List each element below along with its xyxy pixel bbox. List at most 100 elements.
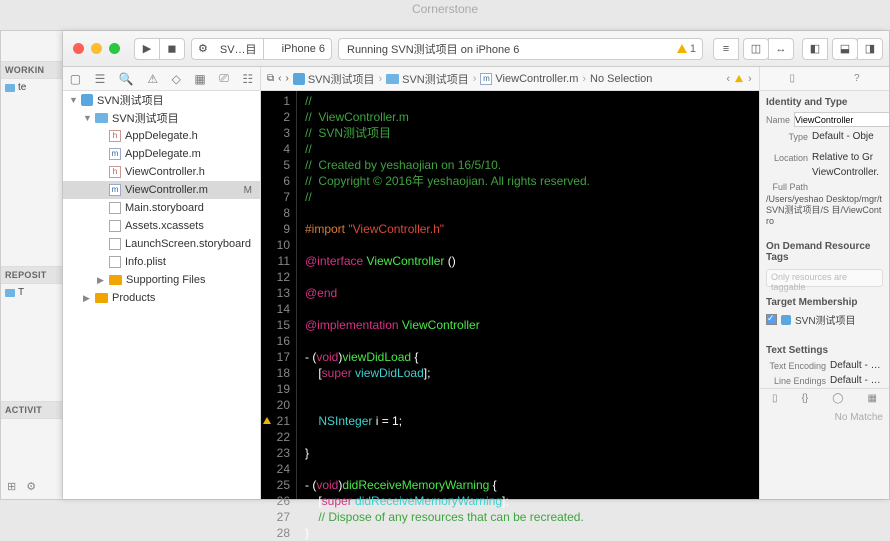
navigator-item[interactable]: mAppDelegate.m [63, 145, 260, 163]
sidebar-working-item[interactable]: te [1, 79, 62, 96]
h-icon: h [109, 130, 121, 142]
navigator-item-label: ViewController.h [125, 166, 205, 178]
navigator-item-label: Main.storyboard [125, 202, 204, 214]
run-button[interactable]: ▶ [134, 38, 160, 60]
m-file-icon: m [480, 73, 492, 85]
sidebar-section-activity: ACTIVIT [1, 401, 62, 419]
m-icon: m [109, 184, 121, 196]
media-library-tab[interactable]: ▦ [868, 393, 877, 404]
navigator-item[interactable]: LaunchScreen.storyboard [63, 235, 260, 253]
h-icon: h [109, 166, 121, 178]
project-nav-icon[interactable]: ▢ [70, 72, 81, 86]
navigator-item-label: SVN测试项目 [97, 92, 164, 108]
add-icon[interactable]: ⊞ [7, 480, 16, 493]
line-endings-select[interactable]: Default - OS X [830, 375, 883, 386]
location-select[interactable]: Relative to Gr [812, 152, 883, 163]
window-controls [63, 35, 130, 62]
toggle-navigator-button[interactable]: ◧ [802, 38, 828, 60]
xcode-window: ▶ ◼ ⚙ SV…目 iPhone 6 Running SVN测试项目 on i… [63, 31, 889, 499]
navigator-item[interactable]: mViewController.mM [63, 181, 260, 199]
breakpoint-nav-icon[interactable]: ⎚ [219, 71, 229, 86]
full-path-text: /Users/yeshao Desktop/mgr/t SVN测试项目/S 目/… [760, 194, 889, 227]
folder-icon [5, 84, 15, 92]
navigator-item[interactable]: Info.plist [63, 253, 260, 271]
editor-version-button[interactable]: ↔ [768, 38, 794, 60]
location-filename: ViewController. [812, 167, 883, 178]
navigator-item-label: AppDelegate.m [125, 148, 201, 160]
zoom-button[interactable] [109, 43, 120, 54]
warning-icon [735, 75, 743, 82]
next-issue-button[interactable]: › [748, 73, 752, 85]
navigator-item[interactable]: h ViewController.h [63, 163, 260, 181]
plist-icon [109, 256, 121, 268]
scheme-device: iPhone 6 [276, 43, 331, 55]
file-name-field[interactable] [794, 112, 889, 127]
code-snippet-tab[interactable]: {} [802, 393, 809, 404]
jump-bar[interactable]: ⧉ ‹ › SVN测试项目 › SVN测试项目 › mViewControlle… [261, 67, 759, 91]
background-window-title: Cornerstone [0, 2, 890, 16]
sidebar-repo-item[interactable]: T [1, 284, 62, 301]
gear-icon[interactable]: ⚙ [26, 480, 36, 493]
navigator-item[interactable]: ▶Products [63, 289, 260, 307]
file-inspector-tab[interactable]: ▯ [789, 73, 795, 84]
report-nav-icon[interactable]: ☷ [242, 72, 253, 86]
navigator-item[interactable]: hAppDelegate.h [63, 127, 260, 145]
xc-icon [109, 220, 121, 232]
target-section-title: Target Membership [760, 291, 889, 310]
toggle-debug-button[interactable]: ⬓ [832, 38, 858, 60]
object-library-tab[interactable]: ◯ [832, 393, 843, 404]
related-items-icon[interactable]: ⧉ [267, 73, 274, 84]
navigator-item[interactable]: ▼ SVN测试项目 [63, 91, 260, 109]
tags-section-title: On Demand Resource Tags [760, 235, 889, 265]
navigator-selector: ▢ ☰ 🔍 ⚠ ◇ ▦ ⎚ ☷ [63, 67, 261, 91]
debug-nav-icon[interactable]: ▦ [194, 72, 205, 86]
project-navigator: ▼SVN测试项目▼SVN测试项目hAppDelegate.hmAppDelega… [63, 91, 261, 499]
issue-indicator[interactable]: 1 [677, 43, 696, 55]
navigator-item[interactable]: ▼SVN测试项目 [63, 109, 260, 127]
library-no-match: No Matche [760, 408, 889, 427]
activity-status[interactable]: Running SVN测试项目 on iPhone 6 1 [338, 38, 703, 60]
code-editor[interactable]: 1234567891011121314151617181920212223242… [261, 91, 759, 499]
navigator-item-label: Supporting Files [126, 274, 206, 286]
folder-icon [5, 289, 15, 297]
minimize-button[interactable] [91, 43, 102, 54]
test-nav-icon[interactable]: ◇ [172, 72, 181, 86]
file-template-tab[interactable]: ▯ [772, 393, 778, 404]
navigator-item[interactable]: Assets.xcassets [63, 217, 260, 235]
scheme-selector[interactable]: ⚙ SV…目 iPhone 6 [191, 38, 332, 60]
help-inspector-tab[interactable]: ? [854, 73, 860, 84]
target-membership-checkbox[interactable]: SVN测试项目 [760, 310, 889, 329]
checkbox-icon [766, 314, 777, 325]
find-nav-icon[interactable]: 🔍 [119, 72, 134, 86]
identity-section-title: Identity and Type [760, 91, 889, 110]
stop-button[interactable]: ◼ [159, 38, 185, 60]
folder orange-icon [95, 293, 108, 303]
navigator-item[interactable]: ▶ Supporting Files [63, 271, 260, 289]
issue-nav-icon[interactable]: ⚠ [147, 72, 158, 86]
app-icon [781, 315, 791, 325]
folder-icon [386, 74, 399, 84]
forward-button[interactable]: › [285, 73, 288, 84]
code-content[interactable]: //// ViewController.m// SVN测试项目//// Crea… [297, 91, 759, 499]
disclosure-icon[interactable]: ▶ [97, 275, 105, 286]
file-type-select[interactable]: Default - Obje [812, 131, 883, 142]
inspector-panel: ▯ ? Identity and Type Name TypeDefault -… [759, 67, 889, 499]
disclosure-icon[interactable]: ▼ [69, 95, 77, 105]
editor-assistant-button[interactable]: ◫ [743, 38, 769, 60]
line-gutter[interactable]: 1234567891011121314151617181920212223242… [261, 91, 297, 499]
disclosure-icon[interactable]: ▶ [83, 293, 91, 304]
close-button[interactable] [73, 43, 84, 54]
disclosure-icon[interactable]: ▼ [83, 113, 91, 123]
back-button[interactable]: ‹ [278, 73, 281, 84]
toggle-inspector-button[interactable]: ◨ [857, 38, 883, 60]
cornerstone-sidebar: WORKIN te REPOSIT T ACTIVIT ⊞ ⚙ [1, 31, 63, 499]
xcode-toolbar: ▶ ◼ ⚙ SV…目 iPhone 6 Running SVN测试项目 on i… [63, 31, 889, 67]
encoding-select[interactable]: Default - Unic [830, 360, 883, 371]
symbol-nav-icon[interactable]: ☰ [95, 72, 106, 86]
scheme-target: SV…目 [214, 41, 263, 57]
navigator-item[interactable]: Main.storyboard [63, 199, 260, 217]
editor-standard-button[interactable]: ≡ [713, 38, 739, 60]
prev-issue-button[interactable]: ‹ [726, 73, 730, 85]
navigator-item-label: Assets.xcassets [125, 220, 204, 232]
sb-icon [109, 202, 121, 214]
